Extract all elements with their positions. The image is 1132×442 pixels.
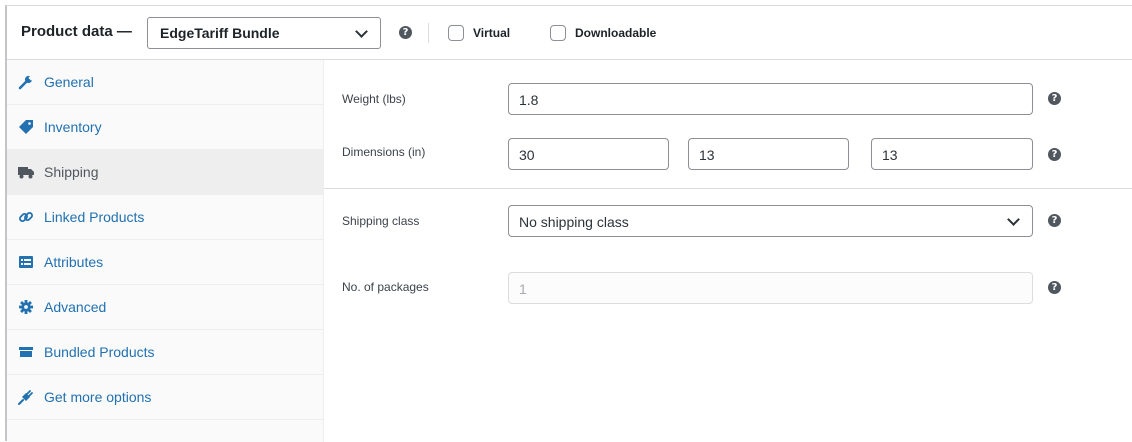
help-icon[interactable]: ?: [1048, 148, 1061, 161]
product-data-header: Product data — EdgeTariff Bundle ? Virtu…: [7, 6, 1132, 60]
tab-label: Shipping: [44, 164, 99, 180]
tab-inventory[interactable]: Inventory: [7, 105, 324, 150]
width-input[interactable]: 13: [688, 138, 849, 170]
packages-input[interactable]: 1: [508, 272, 1033, 304]
wrench-icon: [18, 75, 34, 90]
shipping-class-value: No shipping class: [519, 214, 629, 230]
weight-input[interactable]: 1.8: [508, 83, 1033, 115]
packages-label: No. of packages: [342, 280, 429, 294]
shipping-panel: Weight (lbs) 1.8 ? Dimensions (in) 30 13…: [324, 60, 1132, 442]
product-type-value: EdgeTariff Bundle: [160, 25, 280, 41]
link-icon: [19, 212, 33, 222]
tab-general[interactable]: General: [7, 60, 324, 105]
height-input[interactable]: 13: [871, 138, 1033, 170]
downloadable-label: Downloadable: [575, 26, 657, 40]
weight-value: 1.8: [519, 92, 539, 108]
help-icon[interactable]: ?: [399, 26, 412, 39]
section-divider: [324, 188, 1132, 189]
tab-label: General: [44, 74, 94, 90]
dimensions-label: Dimensions (in): [342, 145, 426, 159]
tab-advanced[interactable]: Advanced: [7, 285, 324, 330]
tab-get-more-options[interactable]: Get more options: [7, 375, 324, 420]
height-value: 13: [882, 147, 898, 163]
virtual-label: Virtual: [473, 26, 511, 40]
shipping-class-select[interactable]: No shipping class: [508, 205, 1033, 237]
gear-icon: [19, 300, 33, 314]
shipping-class-label: Shipping class: [342, 214, 420, 228]
product-data-tabs: General Inventory Shipping Linked Produc…: [7, 60, 324, 442]
truck-icon: [18, 167, 34, 179]
plugin-icon: [18, 390, 33, 405]
tab-label: Advanced: [44, 299, 107, 315]
tab-bundled-products[interactable]: Bundled Products: [7, 330, 324, 375]
packages-value: 1: [519, 281, 527, 297]
virtual-checkbox[interactable]: [448, 25, 464, 41]
chevron-down-icon: [1007, 213, 1020, 226]
weight-label: Weight (lbs): [342, 92, 406, 106]
length-input[interactable]: 30: [508, 138, 669, 170]
help-icon[interactable]: ?: [1048, 92, 1061, 105]
width-value: 13: [699, 147, 715, 163]
tag-icon: [19, 120, 33, 134]
tab-label: Get more options: [44, 389, 152, 405]
tab-label: Bundled Products: [44, 344, 155, 360]
tab-label: Attributes: [44, 254, 104, 270]
tab-attributes[interactable]: Attributes: [7, 240, 324, 285]
tab-label: Inventory: [44, 119, 102, 135]
downloadable-checkbox[interactable]: [550, 25, 566, 41]
tab-linked-products[interactable]: Linked Products: [7, 195, 324, 240]
tab-label: Linked Products: [44, 209, 145, 225]
tab-shipping[interactable]: Shipping: [7, 150, 324, 195]
product-data-title: Product data —: [21, 23, 132, 40]
length-value: 30: [519, 147, 535, 163]
help-icon[interactable]: ?: [1048, 281, 1061, 294]
help-icon[interactable]: ?: [1048, 214, 1061, 227]
header-divider: [428, 23, 429, 43]
chevron-down-icon: [355, 25, 368, 38]
product-type-select[interactable]: EdgeTariff Bundle: [147, 17, 381, 49]
list-icon: [19, 256, 33, 268]
archive-icon: [19, 347, 33, 357]
product-data-panel: Product data — EdgeTariff Bundle ? Virtu…: [5, 5, 1132, 442]
